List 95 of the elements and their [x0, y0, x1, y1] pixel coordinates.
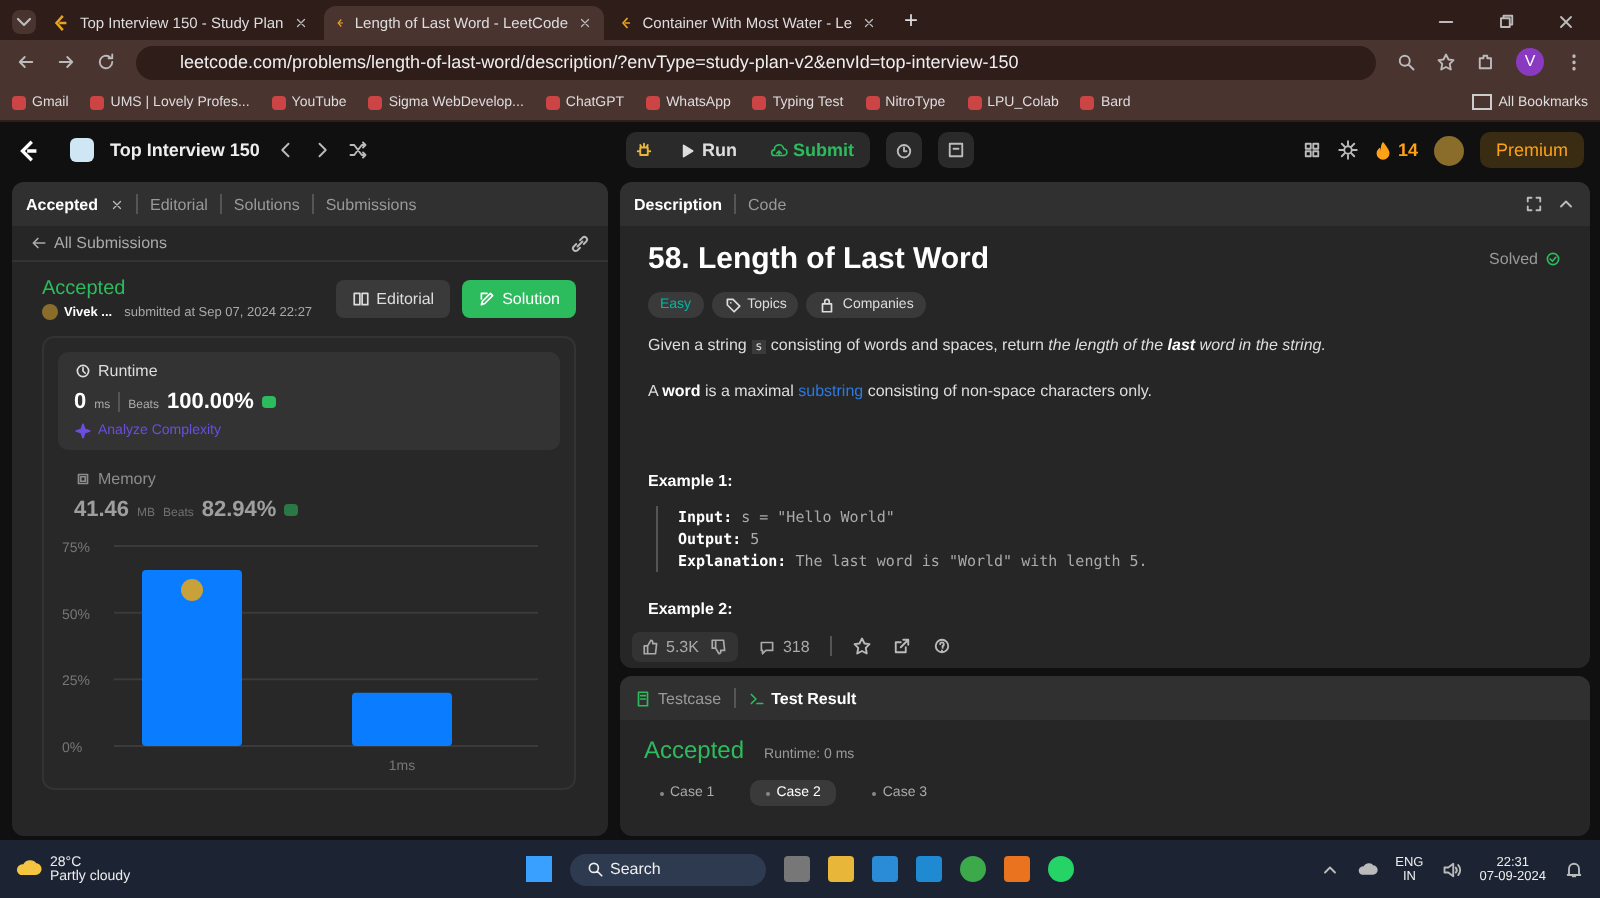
shuffle-icon [347, 140, 368, 160]
leetcode-logo-icon[interactable] [16, 137, 42, 163]
comments-button[interactable]: 318 [758, 637, 810, 655]
thumbs-down-icon [710, 637, 729, 655]
sparkle-icon [74, 422, 92, 440]
panel-tab[interactable]: Submissions [325, 195, 417, 213]
play-icon [678, 141, 696, 159]
runtime-label: Runtime [74, 362, 544, 380]
run-button[interactable]: Run [670, 136, 745, 164]
debug-icon [634, 140, 654, 160]
leetcode-logo-icon [52, 14, 70, 32]
start-icon[interactable] [526, 856, 552, 882]
all-submissions-link[interactable]: All Submissions [30, 234, 167, 252]
solved-status: Solved [1489, 250, 1562, 268]
search-field[interactable]: Search [570, 853, 766, 885]
avatar [42, 304, 58, 320]
clock-icon [74, 362, 92, 380]
help-icon [931, 636, 952, 656]
flame-icon [1373, 141, 1392, 159]
panel-tab[interactable]: Description [634, 195, 723, 213]
memory-label: Memory [74, 470, 544, 488]
star-icon [1436, 52, 1456, 72]
upload-icon [769, 141, 787, 159]
leetcode-logo-icon [336, 14, 345, 32]
new-tab-button[interactable]: + [904, 6, 919, 34]
chip-icon [74, 470, 92, 488]
close-icon [294, 16, 308, 30]
forward-icon [56, 52, 76, 72]
example-title: Example 1: [648, 471, 735, 490]
runtime-value: 0 [74, 390, 87, 414]
thumbs-up-icon [642, 637, 660, 655]
close-icon [110, 197, 125, 211]
status-text: Accepted [42, 278, 128, 300]
editorial-button[interactable]: Editorial [336, 280, 451, 318]
volume-icon [1441, 859, 1462, 879]
address-bar[interactable]: leetcode.com/problems/length-of-last-word/description/?envType=study-plan-v2&envId=top-interview-150 [136, 45, 1376, 79]
chat-icon[interactable] [1048, 856, 1074, 882]
alarm-icon [894, 140, 914, 160]
avatar[interactable] [1433, 135, 1464, 165]
lock-icon [818, 296, 837, 314]
chart-bar [352, 692, 452, 746]
grid-icon [1301, 140, 1322, 160]
link-icon [570, 233, 590, 253]
panel-tab[interactable]: Solutions [233, 195, 300, 213]
badge-icon [261, 396, 276, 408]
cloud-icon [1357, 859, 1378, 879]
premium-button[interactable]: Premium [1479, 132, 1584, 168]
badge-icon [284, 504, 299, 516]
book-icon [352, 290, 371, 308]
tab-list-icon [12, 10, 36, 34]
panel-tab[interactable]: Testcase [634, 689, 722, 707]
note-button[interactable] [938, 132, 974, 168]
beats-value: 100.00% [166, 390, 254, 414]
back-arrow-icon [30, 234, 48, 252]
close-icon [862, 16, 876, 30]
fullscreen-icon [1524, 194, 1544, 214]
like-button[interactable]: 5.3K [632, 631, 739, 661]
restore-icon [1496, 12, 1516, 32]
study-plan-icon [70, 138, 94, 162]
terminal-icon [747, 689, 766, 707]
avatar [181, 579, 203, 601]
streak-counter[interactable]: 14 [1373, 140, 1418, 160]
problem-title: 58. Length of Last Word [648, 242, 990, 276]
zoom-icon [1396, 52, 1416, 72]
notification-icon [1564, 859, 1584, 879]
share-icon [891, 636, 912, 656]
close-icon [1556, 12, 1576, 32]
beats-value: 82.94% [201, 498, 277, 522]
settings-icon [1337, 140, 1358, 160]
substring-link[interactable]: substring [798, 382, 864, 401]
result-status: Accepted [644, 736, 745, 764]
document-icon [634, 689, 652, 707]
note-icon [946, 140, 966, 160]
leetcode-logo-icon [620, 14, 633, 32]
search-icon [586, 860, 604, 878]
panel-tab[interactable]: Accepted [26, 195, 99, 213]
memory-value: 41.46 [74, 498, 130, 522]
example-title: Example 2: [648, 600, 735, 619]
pencil-icon [478, 290, 497, 308]
panel-tab[interactable]: Test Result [747, 689, 857, 707]
panel-tab[interactable]: Code [748, 195, 787, 213]
alarm-button[interactable] [886, 132, 922, 168]
extensions-icon [1476, 52, 1496, 72]
browser-icon[interactable] [960, 856, 986, 882]
reload-icon [96, 52, 116, 72]
comment-icon [758, 637, 777, 655]
submit-button[interactable]: Submit [761, 136, 862, 164]
panel-tab[interactable]: Editorial [150, 195, 208, 213]
description-text: A word is a maximal substring consisting of non-space characters only. [648, 380, 1154, 404]
star-icon [851, 636, 872, 656]
study-plan-title[interactable]: Top Interview 150 [110, 140, 260, 160]
close-icon [578, 16, 592, 30]
profile-avatar[interactable]: V [1516, 48, 1544, 76]
back-icon [16, 52, 36, 72]
tag-icon [723, 296, 742, 314]
